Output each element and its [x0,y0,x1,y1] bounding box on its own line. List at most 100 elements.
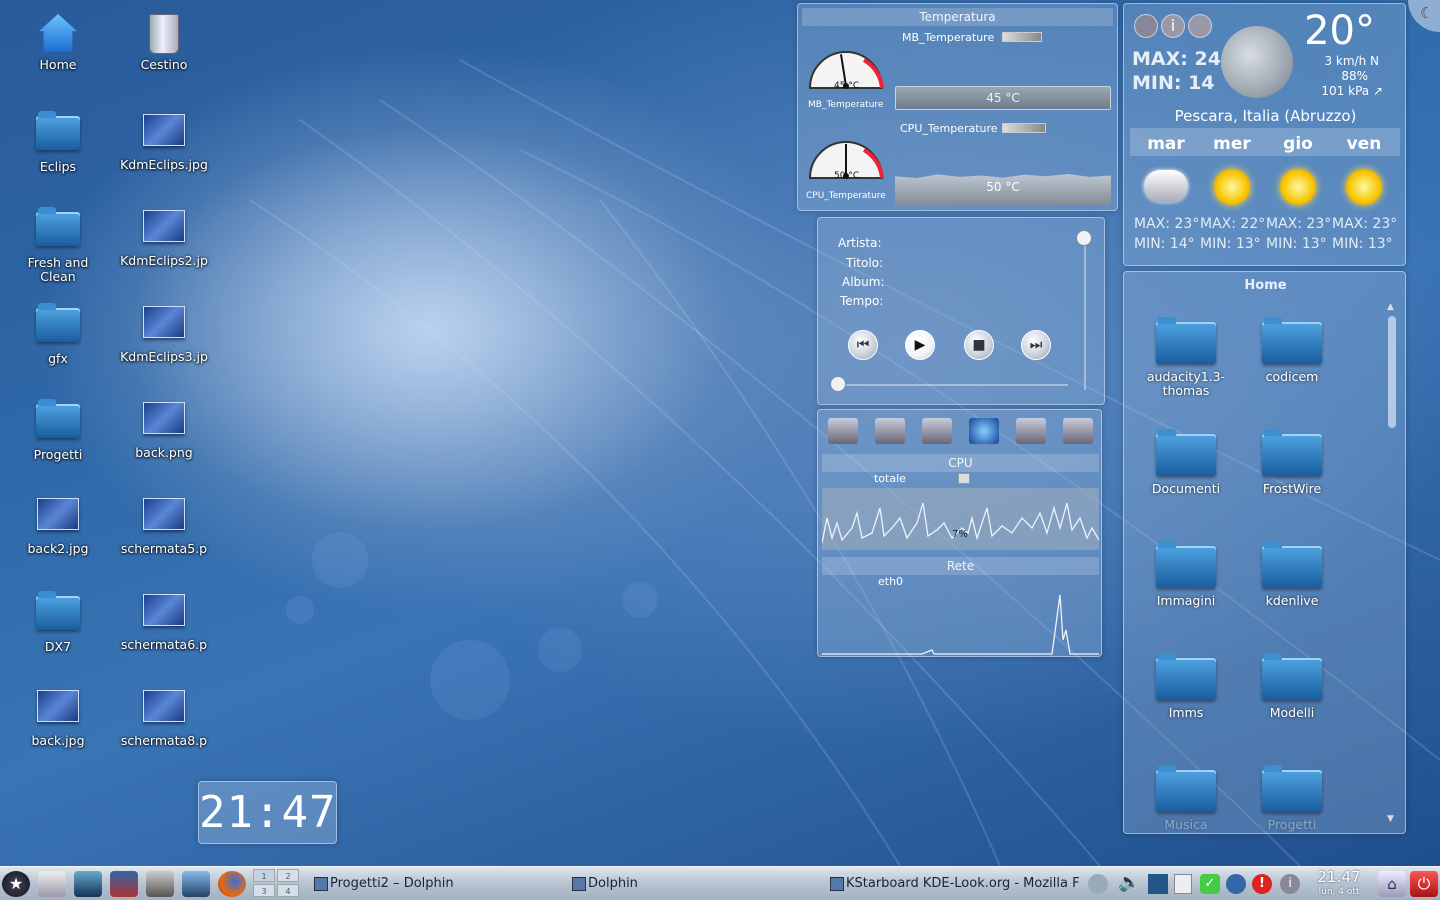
folder-view-item-label: audacity1.3-thomas [1146,369,1226,398]
folder-view-item-label: Documenti [1151,481,1221,496]
launcher-desktop-icon[interactable] [74,871,102,897]
forecast-day-name: mar [1147,134,1185,154]
desktop-icon-label: DX7 [44,639,72,654]
desktop-icon[interactable]: schermata5.p [114,494,214,556]
scroll-down-icon[interactable]: ▼ [1387,814,1394,824]
desktop-icon-label: back.jpg [31,733,85,748]
volume-slider[interactable] [1084,240,1086,390]
desktop-icon[interactable]: back.png [114,398,214,460]
scroll-up-icon[interactable]: ▲ [1387,302,1394,312]
folder-icon [36,303,80,348]
desktop-icon-label: schermata6.p [120,637,208,652]
weather-info-icon[interactable]: i [1161,14,1185,38]
desktop-icon[interactable]: schermata6.p [114,590,214,652]
tray-media-icon[interactable] [1088,874,1108,894]
desktop-icon[interactable]: Eclips [8,110,108,174]
logout-button[interactable]: ⏻ [1410,871,1438,897]
launcher-tools-icon[interactable] [146,871,174,897]
taskbar-clock[interactable]: 21:47 lun, 4 ott [1310,867,1368,900]
desktop-icon-label: schermata8.p [120,733,208,748]
desktop-icon[interactable]: gfx [8,302,108,366]
desktop-toolbox[interactable]: ☾ [1408,0,1440,32]
desktop-icon[interactable]: Fresh and Clean [8,206,108,284]
desktop-icon[interactable]: KdmEclips.jpg [114,110,214,172]
desktop-icon[interactable]: KdmEclips2.jp [114,206,214,268]
stop-icon: ■ [972,337,986,353]
pager-desktop[interactable]: 2 [277,869,299,882]
taskbar-task[interactable]: Dolphin [570,870,800,898]
virtual-desktop-pager[interactable]: 1234 [253,869,301,899]
hardware-icon[interactable] [922,418,952,444]
desktop-icon[interactable]: DX7 [8,590,108,654]
folder-icon [1156,765,1216,812]
desktop-icon[interactable]: Home [8,14,108,72]
network-manager-icon[interactable] [1148,874,1168,894]
desktop-icon[interactable]: schermata8.p [114,686,214,748]
launcher-network-icon[interactable] [182,871,210,897]
network-globe-icon[interactable] [969,418,999,444]
previous-button[interactable]: ⏮ [848,330,878,360]
warning-icon[interactable]: ! [1252,874,1272,894]
desktop-icon[interactable]: KdmEclips3.jp [114,302,214,364]
next-button[interactable]: ⏭ [1021,330,1051,360]
weather-settings-icon[interactable] [1134,14,1158,38]
toolbox-icon: ☾ [1420,4,1434,22]
play-button[interactable]: ▶ [905,330,935,360]
taskbar-task[interactable]: KStarboard KDE-Look.org - Mozilla F [828,870,1098,898]
desktop-icon[interactable]: Cestino [114,14,214,72]
weather-globe-icon[interactable] [1188,14,1212,38]
pager-desktop[interactable]: 4 [277,884,299,897]
volume-handle[interactable] [1076,230,1092,246]
folder-view-item[interactable]: Musica [1136,765,1236,832]
desktop-icon[interactable]: back.jpg [8,686,108,748]
position-handle[interactable] [830,376,846,392]
taskbar-clock-time: 21:47 [1317,868,1361,886]
image-file-icon [36,690,80,730]
folder-view-item[interactable]: Progetti [1242,765,1342,832]
folder-icon [1262,541,1322,588]
lock-screen-button[interactable]: ⌂ [1378,871,1406,897]
folder-view-item[interactable]: Documenti [1136,429,1236,496]
desktop-icon-label: gfx [48,351,68,366]
album-label: Album: [842,275,885,289]
scroll-thumb[interactable] [1388,316,1396,428]
taskbar-panel: ★ 1234 Progetti2 – Dolphin Dolphin KStarbo… [0,866,1440,900]
clipboard-icon[interactable] [1174,874,1192,894]
kde-menu-button[interactable]: ★ [2,871,30,897]
folder-view-item[interactable]: Modelli [1242,653,1342,720]
volume-icon[interactable]: 🔈 [1118,872,1140,893]
folder-view-item[interactable]: Imms [1136,653,1236,720]
digital-clock-widget[interactable]: 21:47 [198,781,337,844]
taskbar-task[interactable]: Progetti2 – Dolphin [312,870,562,898]
forecast-max: MAX: 23° [1134,216,1200,232]
desktop-icon[interactable]: back2.jpg [8,494,108,556]
pager-desktop[interactable]: 3 [253,884,275,897]
stop-button[interactable]: ■ [964,330,994,360]
folder-view-item[interactable]: audacity1.3-thomas [1136,317,1236,398]
hard-drive-icon[interactable] [828,418,858,444]
pager-desktop[interactable]: 1 [253,869,275,882]
folder-view-item[interactable]: codicem [1242,317,1342,384]
weather-current-temp: 20° [1304,8,1375,54]
update-check-icon[interactable]: ✓ [1200,874,1220,894]
sun-icon [1346,169,1382,205]
firefox-icon[interactable] [218,871,246,897]
folder-view-item[interactable]: Immagini [1136,541,1236,608]
memory-icon[interactable] [1016,418,1046,444]
launcher-system-icon[interactable] [38,871,66,897]
cpu-series-label: CPU_Temperature [900,122,998,135]
info-tray-icon[interactable]: i [1280,874,1300,894]
position-slider[interactable] [838,384,1068,386]
play-icon: ▶ [914,337,926,353]
folder-view-item[interactable]: kdenlive [1242,541,1342,608]
disk-icon[interactable] [875,418,905,444]
folder-view-scrollbar[interactable]: ▲ ▼ [1386,302,1398,827]
cloudy-rain-icon [1144,170,1188,202]
taskbar-clock-date: lun, 4 ott [1318,887,1360,897]
desktop-icon[interactable]: Progetti [8,398,108,462]
desktop-icon-label: Progetti [33,447,83,462]
browser-tray-icon[interactable] [1226,874,1246,894]
folder-view-item[interactable]: FrostWire [1242,429,1342,496]
chip-icon[interactable] [1063,418,1093,444]
launcher-monitor-icon[interactable] [110,871,138,897]
